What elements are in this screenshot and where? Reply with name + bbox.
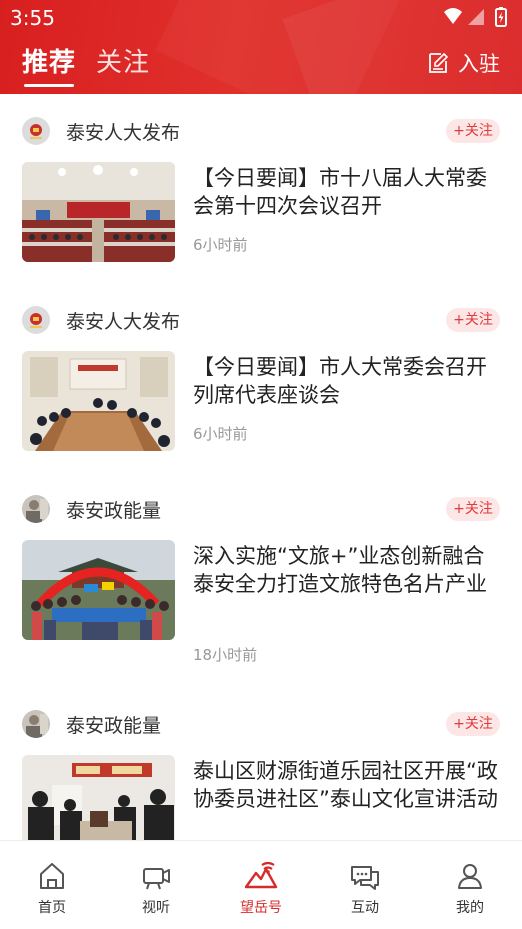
news-title[interactable]: 泰山区财源街道乐园社区开展“政协委员进社区”泰山文化宣讲活动	[193, 757, 503, 813]
nav-label: 首页	[38, 900, 66, 916]
news-title[interactable]: 【今日要闻】市十八届人大常委会第十四次会议召开	[193, 164, 503, 220]
emblem-icon	[22, 117, 50, 145]
nav-label: 互动	[351, 900, 379, 916]
tab-following[interactable]: 关注	[96, 42, 150, 79]
edit-document-icon	[429, 52, 449, 73]
active-tab-indicator	[24, 84, 74, 87]
news-thumbnail[interactable]	[22, 162, 175, 262]
news-time: 6小时前	[193, 236, 248, 254]
video-camera-icon	[143, 868, 170, 890]
cell-signal-icon	[468, 9, 484, 25]
feed-item[interactable]: 泰安政能量 +关注 深入实施“文旅+”业态创新融合 泰安全力打造文旅特色名片产业…	[0, 494, 522, 674]
status-icons	[442, 6, 512, 28]
nav-item-wangyue[interactable]: 望岳号	[216, 857, 306, 917]
news-title[interactable]: 【今日要闻】市人大常委会召开列席代表座谈会	[193, 353, 503, 409]
home-icon	[40, 863, 64, 889]
source-name[interactable]: 泰安政能量	[66, 496, 161, 523]
emblem-icon	[22, 306, 50, 334]
nav-label: 视听	[142, 900, 170, 916]
chat-bubbles-icon	[351, 866, 379, 890]
join-label: 入驻	[458, 52, 500, 76]
battery-icon	[495, 7, 507, 27]
follow-button[interactable]: +关注	[446, 712, 500, 736]
join-button[interactable]: 入驻	[426, 48, 500, 78]
bottom-navigation: 首页 视听 望岳号 互动 我的	[0, 840, 522, 929]
feed-item[interactable]: 泰安人大发布 +关注 【今日要闻】市人大常委会召开列席代表座谈会 6小时前	[0, 305, 522, 455]
wifi-icon	[444, 8, 462, 24]
news-title[interactable]: 深入实施“文旅+”业态创新融合 泰安全力打造文旅特色名片产业	[193, 542, 503, 598]
tab-recommend[interactable]: 推荐	[22, 42, 76, 79]
source-avatar[interactable]	[22, 306, 50, 334]
wangyue-mountain-icon	[244, 861, 278, 889]
source-name[interactable]: 泰安政能量	[66, 711, 161, 738]
source-avatar[interactable]	[22, 495, 50, 523]
news-thumbnail[interactable]	[22, 540, 175, 640]
follow-button[interactable]: +关注	[446, 119, 500, 143]
news-thumbnail[interactable]	[22, 351, 175, 451]
feed-item[interactable]: 泰安政能量 +关注 泰山区财源街道乐园社区开展“政协委员进社区”泰山文化宣讲活动	[0, 709, 522, 840]
nav-item-video[interactable]: 视听	[111, 857, 201, 917]
follow-button[interactable]: +关注	[446, 308, 500, 332]
source-name[interactable]: 泰安人大发布	[66, 118, 180, 145]
person-icon	[458, 864, 482, 889]
photo-avatar-icon	[22, 710, 50, 738]
source-avatar[interactable]	[22, 710, 50, 738]
news-thumbnail[interactable]	[22, 755, 175, 840]
nav-item-interact[interactable]: 互动	[320, 857, 410, 917]
top-header: 3:55 推荐 关注 入驻	[0, 0, 522, 94]
nav-label: 我的	[456, 900, 484, 916]
follow-button[interactable]: +关注	[446, 497, 500, 521]
news-time: 18小时前	[193, 646, 258, 664]
feed-item[interactable]: 泰安人大发布 +关注 【今日要闻】市十八届人大常委会第十四次会议召开 6小时前	[0, 116, 522, 266]
photo-avatar-icon	[22, 495, 50, 523]
nav-label: 望岳号	[240, 900, 282, 916]
news-feed[interactable]: 泰安人大发布 +关注 【今日要闻】市十八届人大常委会第十四次会议召开 6小时前 …	[0, 94, 522, 840]
source-name[interactable]: 泰安人大发布	[66, 307, 180, 334]
nav-item-mine[interactable]: 我的	[425, 857, 515, 917]
source-avatar[interactable]	[22, 117, 50, 145]
status-time: 3:55	[10, 6, 55, 30]
nav-item-home[interactable]: 首页	[7, 857, 97, 917]
news-time: 6小时前	[193, 425, 248, 443]
